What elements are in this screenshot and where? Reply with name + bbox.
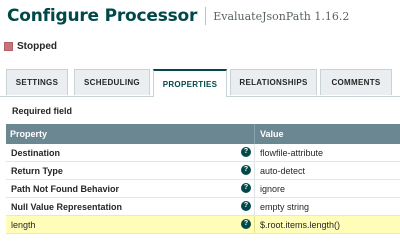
column-divider (254, 144, 255, 161)
column-divider (254, 216, 255, 233)
status-label: Stopped (17, 40, 57, 52)
table-row[interactable]: Path Not Found Behavior ? ignore (6, 180, 400, 198)
property-value[interactable]: $.root.items.length() (260, 220, 340, 230)
property-value[interactable]: empty string (260, 202, 309, 212)
dialog-header: Configure Processor EvaluateJsonPath 1.1… (0, 0, 400, 32)
property-name: length (11, 220, 36, 230)
property-value[interactable]: flowfile-attribute (260, 148, 323, 158)
column-divider (254, 180, 255, 197)
property-name: Null Value Representation (11, 202, 123, 212)
property-value[interactable]: ignore (260, 184, 285, 194)
table-row[interactable]: Destination ? flowfile-attribute (6, 144, 400, 162)
property-name: Return Type (11, 166, 63, 176)
properties-table: Property Value Destination ? flowfile-at… (6, 124, 400, 234)
tab-relationships[interactable]: RELATIONSHIPS (230, 69, 317, 95)
question-circle-icon[interactable]: ? (241, 219, 251, 229)
question-circle-icon[interactable]: ? (241, 201, 251, 211)
question-circle-icon[interactable]: ? (241, 147, 251, 157)
column-header-property[interactable]: Property (10, 129, 47, 139)
table-row[interactable]: Return Type ? auto-detect (6, 162, 400, 180)
stop-icon (4, 41, 13, 51)
column-header-value[interactable]: Value (260, 129, 284, 139)
title-separator (205, 7, 207, 25)
required-field-note: Required field (12, 106, 73, 116)
column-divider (254, 124, 255, 144)
processor-type-version: EvaluateJsonPath 1.16.2 (213, 9, 350, 23)
question-circle-icon[interactable]: ? (241, 183, 251, 193)
tab-scheduling[interactable]: SCHEDULING (74, 69, 150, 95)
table-header: Property Value (6, 124, 400, 144)
property-name: Destination (11, 148, 61, 158)
tab-settings[interactable]: SETTINGS (6, 69, 68, 95)
question-circle-icon[interactable]: ? (241, 165, 251, 175)
table-row-dynamic-property[interactable]: length ? $.root.items.length() (6, 216, 400, 234)
tab-comments[interactable]: COMMENTS (320, 69, 392, 95)
dialog-title: Configure Processor (7, 6, 198, 26)
table-row[interactable]: Null Value Representation ? empty string (6, 198, 400, 216)
tab-properties[interactable]: PROPERTIES (153, 69, 227, 97)
column-divider (254, 198, 255, 215)
run-status: Stopped (4, 39, 57, 53)
column-divider (254, 162, 255, 179)
property-value[interactable]: auto-detect (260, 166, 305, 176)
tab-bar: SETTINGS SCHEDULING PROPERTIES RELATIONS… (0, 69, 400, 97)
property-name: Path Not Found Behavior (11, 184, 119, 194)
